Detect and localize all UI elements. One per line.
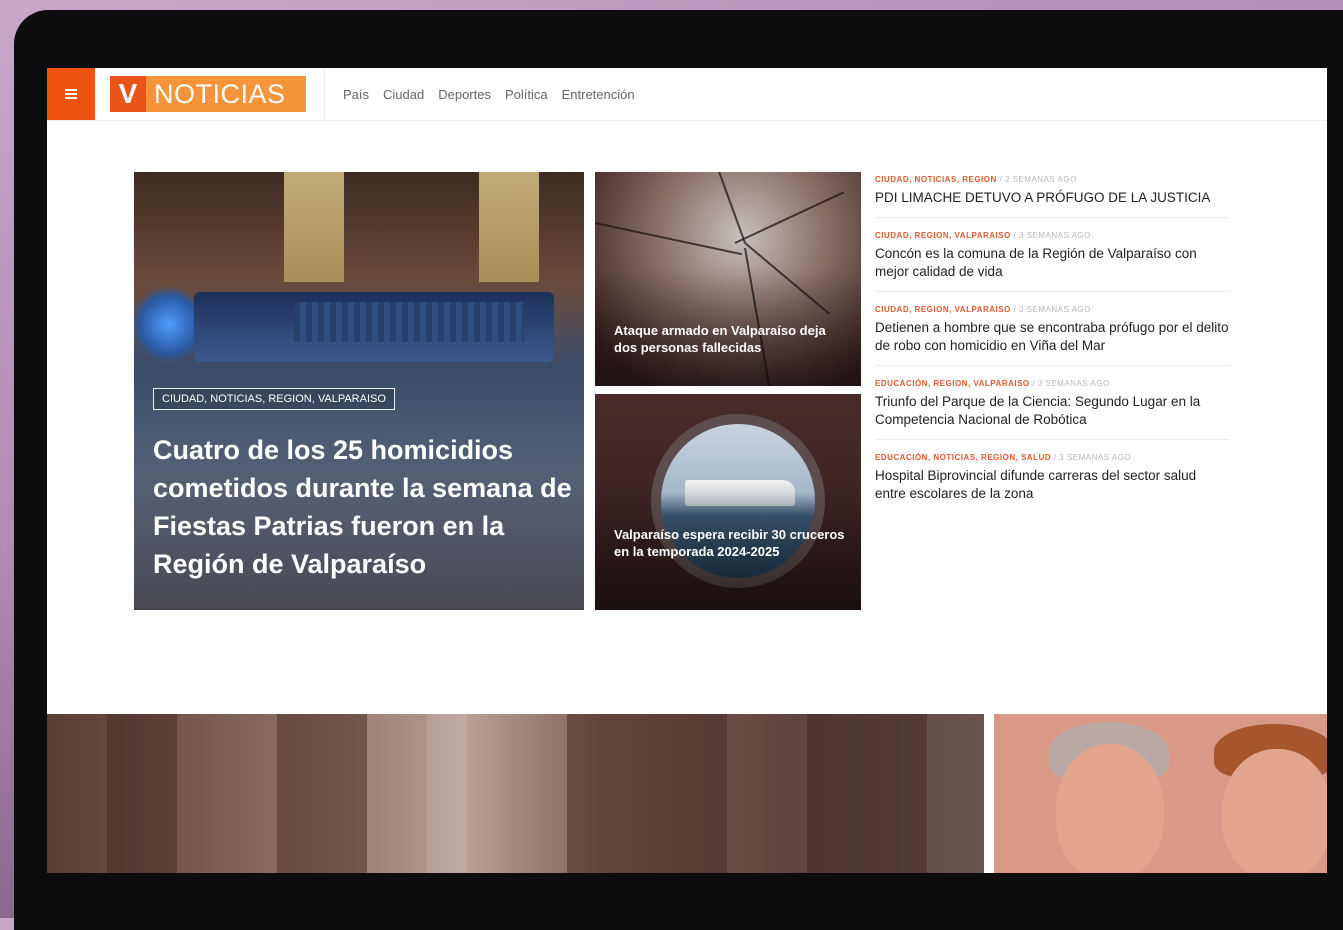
card-title[interactable]: Ataque armado en Valparaíso deja dos per… [614,322,849,356]
headline-separator: / [996,175,1005,184]
headline-category[interactable]: EDUCACIÓN, REGION, VALPARAISO [875,379,1030,388]
headline-time: 3 SEMANAS AGO [1059,453,1132,462]
menu-button[interactable] [47,68,95,120]
headline-category[interactable]: CIUDAD, NOTICIAS, REGION [875,175,997,184]
featured-portrait-image[interactable] [994,714,1327,873]
site-logo[interactable]: V NOTICIAS [110,76,306,112]
nav-item-deportes[interactable]: Deportes [438,87,491,102]
headline-title[interactable]: Concón es la comuna de la Región de Valp… [875,245,1230,281]
nav-item-pais[interactable]: País [343,87,369,102]
headline-category[interactable]: CIUDAD, REGION, VALPARAISO [875,305,1011,314]
article-card-cruceros[interactable]: Valparaíso espera recibir 30 cruceros en… [595,394,861,610]
headline-meta: EDUCACIÓN, REGION, VALPARAISO / 3 SEMANA… [875,379,1230,388]
site-header: V NOTICIAS País Ciudad Deportes Política… [47,68,1327,121]
nav-item-politica[interactable]: Política [505,87,548,102]
headline-meta: CIUDAD, REGION, VALPARAISO / 3 SEMANAS A… [875,231,1230,240]
headline-time: 3 SEMANAS AGO [1019,231,1091,240]
browser-viewport: V NOTICIAS País Ciudad Deportes Política… [47,68,1327,873]
logo-letter: V [110,76,146,112]
headline-meta: CIUDAD, REGION, VALPARAISO / 3 SEMANAS A… [875,305,1230,314]
headline-separator: / [1010,231,1019,240]
main-nav: País Ciudad Deportes Política Entretenci… [343,68,635,120]
list-item: EDUCACIÓN, REGION, VALPARAISO / 3 SEMANA… [875,376,1230,440]
headline-meta: CIUDAD, NOTICIAS, REGION / 2 SEMANAS AGO [875,175,1230,184]
headline-separator: / [1029,379,1038,388]
headline-time: 3 SEMANAS AGO [1037,379,1110,388]
headline-time: 2 SEMANAS AGO [1004,175,1077,184]
article-card-ataque[interactable]: Ataque armado en Valparaíso deja dos per… [595,172,861,386]
headline-time: 3 SEMANAS AGO [1019,305,1091,314]
featured-street-image[interactable] [47,714,984,873]
headline-meta: EDUCACIÓN, NOTICIAS, REGION, SALUD / 3 S… [875,453,1230,462]
logo-name: NOTICIAS [154,78,286,109]
hamburger-icon [65,89,77,99]
nav-item-entretencion[interactable]: Entretención [562,87,635,102]
headline-category[interactable]: CIUDAD, REGION, VALPARAISO [875,231,1011,240]
nav-item-ciudad[interactable]: Ciudad [383,87,424,102]
list-item: CIUDAD, NOTICIAS, REGION / 2 SEMANAS AGO… [875,172,1230,218]
laptop-bezel-bottom [14,873,1343,918]
headline-category[interactable]: EDUCACIÓN, NOTICIAS, REGION, SALUD [875,453,1051,462]
hero-category-badge[interactable]: CIUDAD, NOTICIAS, REGION, VALPARAISO [153,388,395,410]
hero-article[interactable]: CIUDAD, NOTICIAS, REGION, VALPARAISO Cua… [134,172,584,610]
hero-title[interactable]: Cuatro de los 25 homicidios cometidos du… [153,431,573,583]
person-face [1056,744,1164,873]
headline-separator: / [1010,305,1019,314]
headlines-list: CIUDAD, NOTICIAS, REGION / 2 SEMANAS AGO… [875,172,1230,523]
nav-divider [324,68,325,120]
headline-title[interactable]: Detienen a hombre que se encontraba próf… [875,319,1230,355]
list-item: EDUCACIÓN, NOTICIAS, REGION, SALUD / 3 S… [875,450,1230,513]
headline-title[interactable]: PDI LIMACHE DETUVO A PRÓFUGO DE LA JUSTI… [875,189,1230,207]
list-item: CIUDAD, REGION, VALPARAISO / 3 SEMANAS A… [875,228,1230,292]
person-face [1222,749,1327,873]
headline-title[interactable]: Triunfo del Parque de la Ciencia: Segund… [875,393,1230,429]
card-title[interactable]: Valparaíso espera recibir 30 cruceros en… [614,526,849,560]
list-item: CIUDAD, REGION, VALPARAISO / 3 SEMANAS A… [875,302,1230,366]
headline-title[interactable]: Hospital Biprovincial difunde carreras d… [875,467,1230,503]
